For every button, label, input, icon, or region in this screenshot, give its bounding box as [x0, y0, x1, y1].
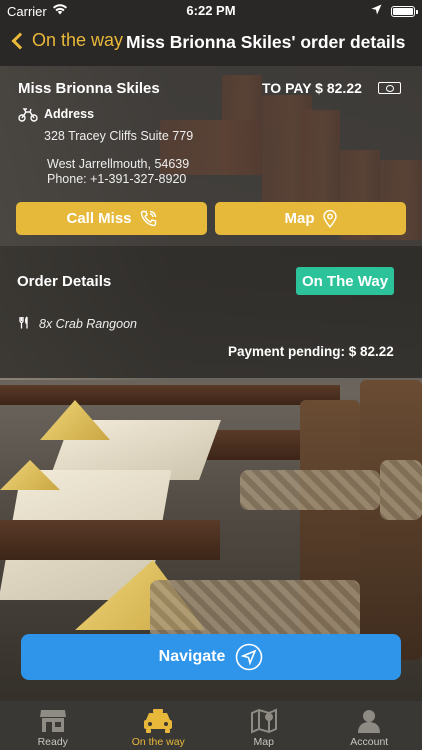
address-label: Address: [44, 107, 95, 121]
customer-name: Miss Brionna Skiles: [18, 80, 160, 97]
tab-map[interactable]: Map: [211, 701, 317, 750]
cash-icon: [378, 82, 401, 94]
back-button[interactable]: On the way: [10, 30, 123, 51]
taxi-icon: [144, 709, 173, 733]
tab-account[interactable]: Account: [317, 701, 422, 750]
tab-bar: Ready On the way Map Account: [0, 701, 422, 750]
status-bar: Carrier 6:22 PM: [0, 0, 422, 22]
status-badge: On The Way: [296, 267, 394, 295]
call-button-label: Call Miss: [66, 210, 132, 227]
location-pin-icon: [322, 209, 337, 228]
map-icon: [250, 708, 277, 734]
call-button[interactable]: Call Miss: [16, 202, 207, 235]
address-street: 328 Tracey Cliffs Suite 779: [44, 129, 194, 143]
tab-ready-label: Ready: [37, 736, 68, 748]
tab-account-label: Account: [350, 736, 389, 748]
tab-on-the-way-label: On the way: [131, 736, 185, 748]
chevron-left-icon: [11, 32, 29, 49]
navigation-arrow-icon: [236, 643, 263, 671]
tab-map-label: Map: [253, 736, 274, 748]
customer-phone: Phone: +1-391-327-8920: [47, 172, 187, 186]
tab-on-the-way[interactable]: On the way: [106, 701, 212, 750]
phone-icon: [140, 210, 156, 227]
store-icon: [39, 710, 66, 732]
payment-pending: Payment pending: $ 82.22: [228, 344, 394, 359]
location-arrow-icon: [371, 4, 382, 18]
navigate-button[interactable]: Navigate: [21, 634, 401, 680]
tab-ready[interactable]: Ready: [0, 701, 106, 750]
order-item: 8x Crab Rangoon: [39, 317, 137, 331]
to-pay-amount: TO PAY $ 82.22: [262, 80, 362, 96]
map-button-label: Map: [284, 210, 315, 227]
navigation-bar: On the way Miss Brionna Skiles' order de…: [0, 22, 422, 66]
cutlery-icon: [19, 316, 29, 334]
order-details-title: Order Details: [17, 273, 112, 290]
address-city: West Jarrellmouth, 54639: [47, 157, 190, 171]
clock: 6:22 PM: [186, 3, 236, 18]
battery-icon: [391, 6, 418, 17]
page-title: Miss Brionna Skiles' order details: [126, 32, 406, 52]
map-button[interactable]: Map: [215, 202, 406, 235]
scooter-icon: [18, 108, 38, 122]
navigate-button-label: Navigate: [158, 648, 226, 665]
back-button-label: On the way: [32, 30, 124, 50]
user-icon: [358, 710, 381, 733]
